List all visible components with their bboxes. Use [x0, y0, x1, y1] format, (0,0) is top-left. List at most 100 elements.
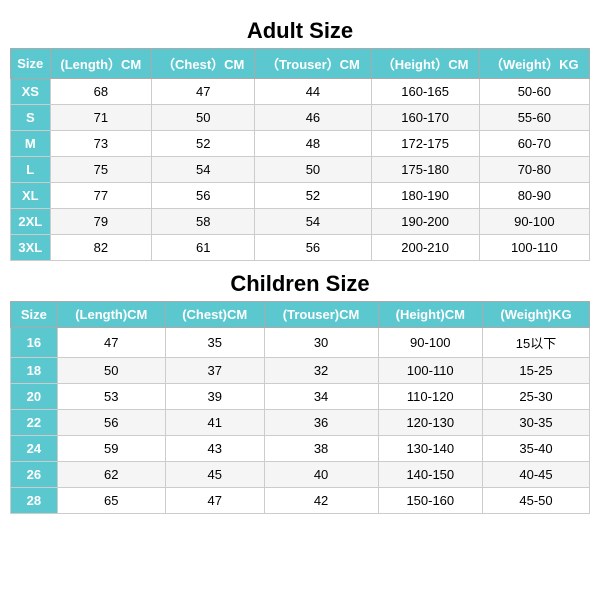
table-cell: 172-175 — [371, 131, 479, 157]
table-cell: 52 — [255, 183, 371, 209]
children-col-header: Size — [11, 302, 58, 328]
table-cell: 56 — [57, 410, 165, 436]
table-cell: 71 — [50, 105, 152, 131]
table-cell: 100-110 — [479, 235, 589, 261]
table-row: 18503732100-11015-25 — [11, 358, 590, 384]
table-cell: 42 — [264, 488, 378, 514]
table-cell: 40-45 — [483, 462, 590, 488]
children-col-header: (Height)CM — [378, 302, 482, 328]
table-row: XS684744160-16550-60 — [11, 79, 590, 105]
table-cell: 90-100 — [479, 209, 589, 235]
table-cell: 54 — [255, 209, 371, 235]
table-cell: 22 — [11, 410, 58, 436]
adult-col-header: （Trouser）CM — [255, 49, 371, 79]
table-cell: 15以下 — [483, 328, 590, 358]
table-cell: 110-120 — [378, 384, 482, 410]
table-cell: 190-200 — [371, 209, 479, 235]
table-cell: 24 — [11, 436, 58, 462]
table-cell: 40 — [264, 462, 378, 488]
adult-table: Size(Length）CM（Chest）CM（Trouser）CM（Heigh… — [10, 48, 590, 261]
table-cell: 70-80 — [479, 157, 589, 183]
table-cell: 2XL — [11, 209, 51, 235]
table-cell: 43 — [165, 436, 264, 462]
table-cell: 140-150 — [378, 462, 482, 488]
table-cell: 54 — [152, 157, 255, 183]
table-cell: 47 — [57, 328, 165, 358]
table-cell: L — [11, 157, 51, 183]
table-row: 24594338130-14035-40 — [11, 436, 590, 462]
table-cell: 68 — [50, 79, 152, 105]
table-row: M735248172-17560-70 — [11, 131, 590, 157]
table-cell: 35 — [165, 328, 264, 358]
table-cell: 16 — [11, 328, 58, 358]
table-cell: 30 — [264, 328, 378, 358]
table-cell: 80-90 — [479, 183, 589, 209]
adult-header-row: Size(Length）CM（Chest）CM（Trouser）CM（Heigh… — [11, 49, 590, 79]
table-cell: XL — [11, 183, 51, 209]
table-cell: 100-110 — [378, 358, 482, 384]
table-cell: 45 — [165, 462, 264, 488]
table-cell: S — [11, 105, 51, 131]
table-cell: 26 — [11, 462, 58, 488]
children-header-row: Size(Length)CM(Chest)CM(Trouser)CM(Heigh… — [11, 302, 590, 328]
table-cell: 200-210 — [371, 235, 479, 261]
table-cell: 15-25 — [483, 358, 590, 384]
children-col-header: (Weight)KG — [483, 302, 590, 328]
table-cell: 82 — [50, 235, 152, 261]
table-cell: 45-50 — [483, 488, 590, 514]
table-cell: 75 — [50, 157, 152, 183]
table-cell: 32 — [264, 358, 378, 384]
table-cell: 61 — [152, 235, 255, 261]
children-col-header: (Trouser)CM — [264, 302, 378, 328]
table-cell: 35-40 — [483, 436, 590, 462]
table-cell: 79 — [50, 209, 152, 235]
table-row: 20533934110-12025-30 — [11, 384, 590, 410]
table-cell: 59 — [57, 436, 165, 462]
children-col-header: (Length)CM — [57, 302, 165, 328]
table-cell: 150-160 — [378, 488, 482, 514]
table-row: 22564136120-13030-35 — [11, 410, 590, 436]
table-cell: 62 — [57, 462, 165, 488]
table-cell: 50 — [57, 358, 165, 384]
table-cell: 56 — [255, 235, 371, 261]
table-row: L755450175-18070-80 — [11, 157, 590, 183]
table-cell: 160-165 — [371, 79, 479, 105]
children-section: Children Size Size(Length)CM(Chest)CM(Tr… — [10, 263, 590, 514]
table-cell: 60-70 — [479, 131, 589, 157]
adult-col-header: （Height）CM — [371, 49, 479, 79]
table-row: 1647353090-10015以下 — [11, 328, 590, 358]
table-cell: 180-190 — [371, 183, 479, 209]
children-table: Size(Length)CM(Chest)CM(Trouser)CM(Heigh… — [10, 301, 590, 514]
table-cell: 50 — [255, 157, 371, 183]
table-cell: 36 — [264, 410, 378, 436]
table-cell: 41 — [165, 410, 264, 436]
table-cell: 53 — [57, 384, 165, 410]
table-cell: 58 — [152, 209, 255, 235]
table-cell: 52 — [152, 131, 255, 157]
table-cell: 48 — [255, 131, 371, 157]
children-title: Children Size — [10, 263, 590, 301]
table-cell: 3XL — [11, 235, 51, 261]
table-cell: 65 — [57, 488, 165, 514]
adult-col-header: (Length）CM — [50, 49, 152, 79]
table-cell: 47 — [152, 79, 255, 105]
table-row: 2XL795854190-20090-100 — [11, 209, 590, 235]
table-cell: 50-60 — [479, 79, 589, 105]
adult-title: Adult Size — [10, 10, 590, 48]
table-cell: 175-180 — [371, 157, 479, 183]
table-cell: 37 — [165, 358, 264, 384]
table-cell: 47 — [165, 488, 264, 514]
children-col-header: (Chest)CM — [165, 302, 264, 328]
table-cell: 160-170 — [371, 105, 479, 131]
table-cell: 120-130 — [378, 410, 482, 436]
table-cell: 90-100 — [378, 328, 482, 358]
table-cell: M — [11, 131, 51, 157]
table-cell: 55-60 — [479, 105, 589, 131]
table-cell: 39 — [165, 384, 264, 410]
table-cell: 46 — [255, 105, 371, 131]
table-cell: 44 — [255, 79, 371, 105]
table-cell: 28 — [11, 488, 58, 514]
table-cell: 25-30 — [483, 384, 590, 410]
table-cell: 56 — [152, 183, 255, 209]
adult-col-header: （Chest）CM — [152, 49, 255, 79]
